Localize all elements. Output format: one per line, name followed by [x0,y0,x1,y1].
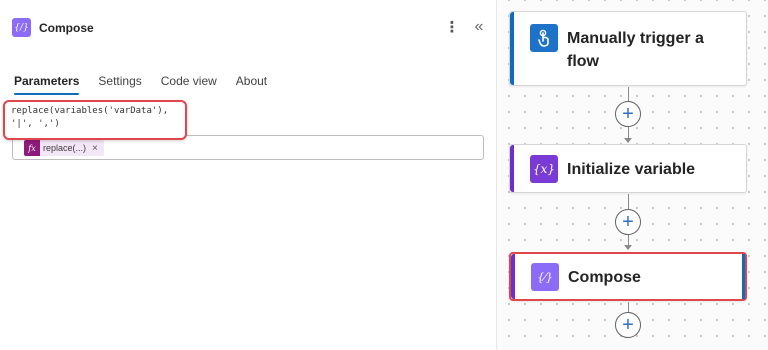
connector-line [628,194,629,210]
add-step-button[interactable]: + [615,101,641,127]
connector-line [628,302,629,312]
function-icon: fx [24,140,40,156]
selected-edge [742,254,745,299]
more-vertical-icon: ⋮ [444,19,460,36]
add-step-button[interactable]: + [615,312,641,338]
card-accent-bar [510,12,514,85]
close-icon[interactable]: × [92,143,98,154]
panel-title: Compose [39,20,94,35]
arrow-down-icon [624,138,632,143]
expression-callout: replace(variables('varData'), '|', ',') [3,100,187,140]
tab-list: Parameters Settings Code view About [14,74,286,95]
arrow-down-icon [624,245,632,250]
expression-token[interactable]: fx replace(...) × [24,140,104,156]
double-chevron-left-icon: « [474,18,484,35]
plus-icon: + [622,211,634,233]
panel-header: {/} Compose [12,18,94,37]
tab-code-view[interactable]: Code view [161,74,217,94]
more-options-button[interactable]: ⋮ [443,17,461,37]
trigger-card-label: Manually trigger a flow [567,30,704,70]
tab-parameters[interactable]: Parameters [14,74,80,95]
tab-about[interactable]: About [236,74,267,94]
variable-icon: {x} [530,155,558,183]
compose-icon: {⁄} [531,263,559,291]
card-accent-bar [511,254,515,299]
hand-touch-icon [530,24,558,52]
plus-icon: + [622,314,634,336]
properties-panel: {/} Compose ⋮ « Parameters Settings Code… [0,0,497,350]
expression-token-label: replace(...) [43,143,87,153]
compose-card-label: Compose [568,269,641,286]
expression-line-1: replace(variables('varData'), [11,106,169,116]
tab-settings[interactable]: Settings [98,74,141,94]
collapse-panel-button[interactable]: « [470,17,488,37]
compose-card[interactable]: {⁄} Compose [509,252,747,301]
plus-icon: + [622,103,634,125]
initialize-variable-card[interactable]: {x} Initialize variable [509,144,747,193]
card-accent-bar [510,145,514,192]
compose-icon: {/} [12,18,31,37]
expression-line-2: '|', ',') [11,119,60,129]
add-step-button[interactable]: + [615,209,641,235]
trigger-card[interactable]: Manually trigger a flow [509,11,747,86]
initialize-variable-label: Initialize variable [567,161,696,178]
flow-canvas: Manually trigger a flow + {x} Initialize… [497,0,768,350]
